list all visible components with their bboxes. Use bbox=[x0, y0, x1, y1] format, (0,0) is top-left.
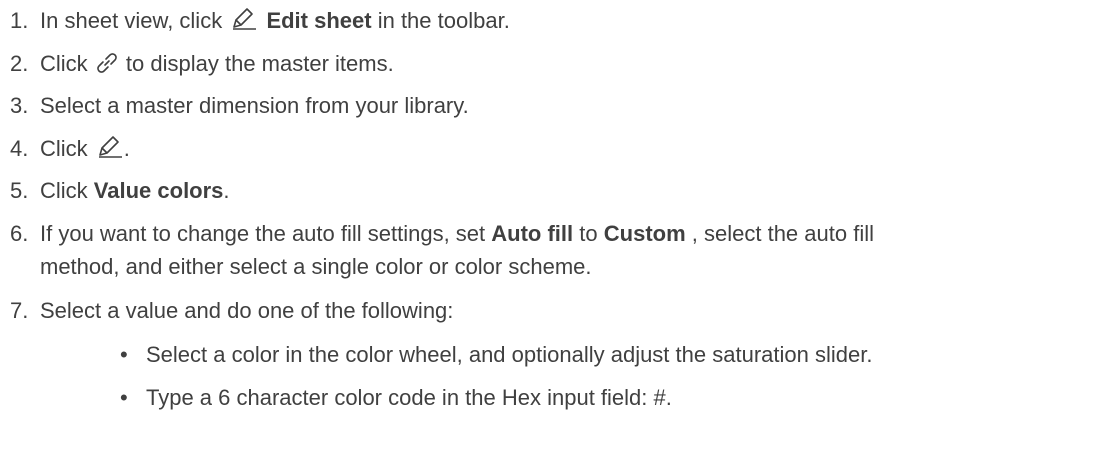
step-text: Click bbox=[40, 136, 88, 161]
step-1: 1. In sheet view, click Edit sheet in the… bbox=[10, 4, 1088, 37]
step-text: to display the master items. bbox=[125, 51, 394, 76]
step-number: 2. bbox=[10, 51, 29, 76]
step-text: , select the auto fill bbox=[691, 221, 874, 246]
list-item: • Type a 6 character color code in the He… bbox=[120, 381, 672, 414]
edit-sheet-label: Edit sheet bbox=[266, 8, 372, 33]
step-number: 1. bbox=[10, 8, 29, 33]
value-colors-label: Value colors bbox=[93, 178, 224, 203]
auto-fill-label: Auto fill bbox=[491, 221, 574, 246]
bullet-marker: • bbox=[120, 385, 128, 410]
step-text: in the toolbar. bbox=[377, 8, 510, 33]
step-text: If you want to change the auto fill sett… bbox=[40, 221, 486, 246]
bullet-text: Type a 6 character color code in the Hex… bbox=[146, 385, 672, 410]
pencil-icon bbox=[96, 135, 124, 159]
bullet-text: Select a color in the color wheel, and o… bbox=[146, 342, 873, 367]
step-5: 5. Click Value colors. bbox=[10, 174, 1088, 207]
step-text: Click bbox=[40, 51, 88, 76]
step-text: method, and either select a single color… bbox=[40, 254, 592, 279]
step-text: to bbox=[579, 221, 598, 246]
step-text: . bbox=[223, 178, 230, 203]
step-text: Select a master dimension from your libr… bbox=[40, 93, 469, 118]
step-number: 5. bbox=[10, 178, 29, 203]
step-7: 7. Select a value and do one of the follo… bbox=[10, 294, 1088, 327]
step-number: 6. bbox=[10, 221, 29, 246]
step-2: 2. Click to display the master items. bbox=[10, 47, 1088, 80]
step-text: Click bbox=[40, 178, 88, 203]
step-number: 4. bbox=[10, 136, 29, 161]
custom-label: Custom bbox=[603, 221, 686, 246]
step-6-continued: method, and either select a single color… bbox=[40, 250, 1088, 283]
pencil-icon bbox=[230, 7, 258, 31]
step-number: 7. bbox=[10, 298, 29, 323]
link-icon bbox=[96, 52, 118, 74]
step-text: . bbox=[123, 136, 130, 161]
list-item: • Select a color in the color wheel, and … bbox=[120, 338, 872, 371]
step-text: In sheet view, click bbox=[40, 8, 223, 33]
step-text: Select a value and do one of the followi… bbox=[40, 298, 454, 323]
step-6: 6. If you want to change the auto fill se… bbox=[10, 217, 1088, 250]
step-4: 4. Click . bbox=[10, 132, 1088, 165]
step-3: 3. Select a master dimension from your li… bbox=[10, 89, 1088, 122]
bullet-marker: • bbox=[120, 342, 128, 367]
step-number: 3. bbox=[10, 93, 29, 118]
